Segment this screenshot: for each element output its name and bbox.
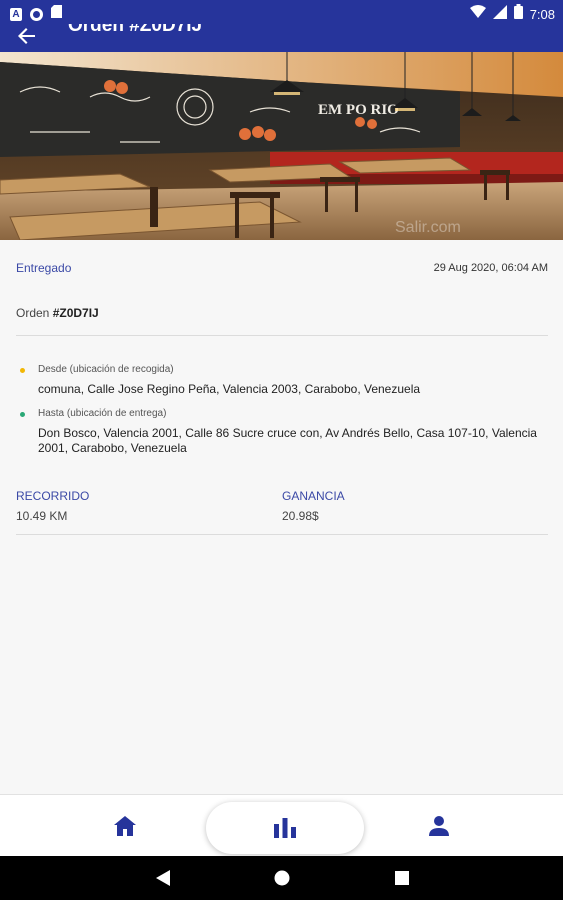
- status-bar: A 7:08: [0, 0, 563, 24]
- order-id: #Z0D7IJ: [52, 306, 99, 320]
- chalk-brand-text: EM PO RIO: [318, 102, 399, 118]
- recents-square-icon: [395, 871, 409, 885]
- order-number: Orden #Z0D7IJ: [16, 306, 99, 320]
- signal-icon: [492, 4, 507, 24]
- back-triangle-icon: [156, 870, 170, 886]
- distance-stat: RECORRIDO 10.49 KM: [16, 489, 89, 523]
- restaurant-photo: EM PO RIO Salir.com: [0, 52, 563, 240]
- app-bar: Orden #Z0D7IJ: [0, 24, 563, 52]
- dropoff-label: Hasta (ubicación de entrega): [38, 408, 167, 419]
- earnings-stat: GANANCIA 20.98$: [282, 489, 345, 523]
- notification-a-icon: A: [10, 7, 22, 21]
- nav-home[interactable]: [85, 795, 165, 857]
- delivery-status: Entregado: [16, 261, 72, 275]
- earnings-label: GANANCIA: [282, 489, 345, 503]
- distance-value: 10.49 KM: [16, 509, 68, 523]
- sd-card-icon: [51, 5, 62, 23]
- bottom-navigation: [0, 794, 563, 856]
- home-circle-icon: [274, 870, 290, 886]
- home-icon: [114, 816, 136, 836]
- status-time: 7:08: [529, 6, 555, 22]
- dropoff-dot-icon: [20, 412, 25, 417]
- battery-icon: [513, 4, 523, 24]
- order-date: 29 Aug 2020, 06:04 AM: [433, 262, 548, 274]
- wifi-icon: [469, 5, 486, 23]
- bar-chart-icon: [274, 818, 296, 838]
- distance-label: RECORRIDO: [16, 489, 90, 503]
- arrow-back-icon: [18, 28, 35, 44]
- earnings-value: 20.98$: [282, 509, 319, 523]
- nav-stats[interactable]: [206, 802, 364, 854]
- person-icon: [429, 816, 449, 836]
- system-navigation-bar: [0, 856, 563, 900]
- nav-profile[interactable]: [399, 795, 479, 857]
- watermark-text: Salir.com: [395, 219, 461, 236]
- page-title: Orden #Z0D7IJ: [68, 24, 203, 36]
- order-prefix: Orden: [16, 306, 53, 320]
- status-left-icons: A: [10, 5, 62, 23]
- dropoff-address: Don Bosco, Valencia 2001, Calle 86 Sucre…: [38, 426, 537, 455]
- divider: [16, 335, 548, 336]
- circle-icon: [30, 7, 43, 21]
- pickup-label: Desde (ubicación de recogida): [38, 364, 174, 375]
- back-button[interactable]: [14, 24, 40, 48]
- system-home-button[interactable]: [262, 856, 302, 900]
- pickup-address: comuna, Calle Jose Regino Peña, Valencia…: [38, 382, 421, 396]
- status-right-icons: 7:08: [469, 4, 555, 24]
- system-recents-button[interactable]: [382, 856, 422, 900]
- pickup-dot-icon: [20, 368, 25, 373]
- system-back-button[interactable]: [143, 856, 183, 900]
- divider: [16, 534, 548, 535]
